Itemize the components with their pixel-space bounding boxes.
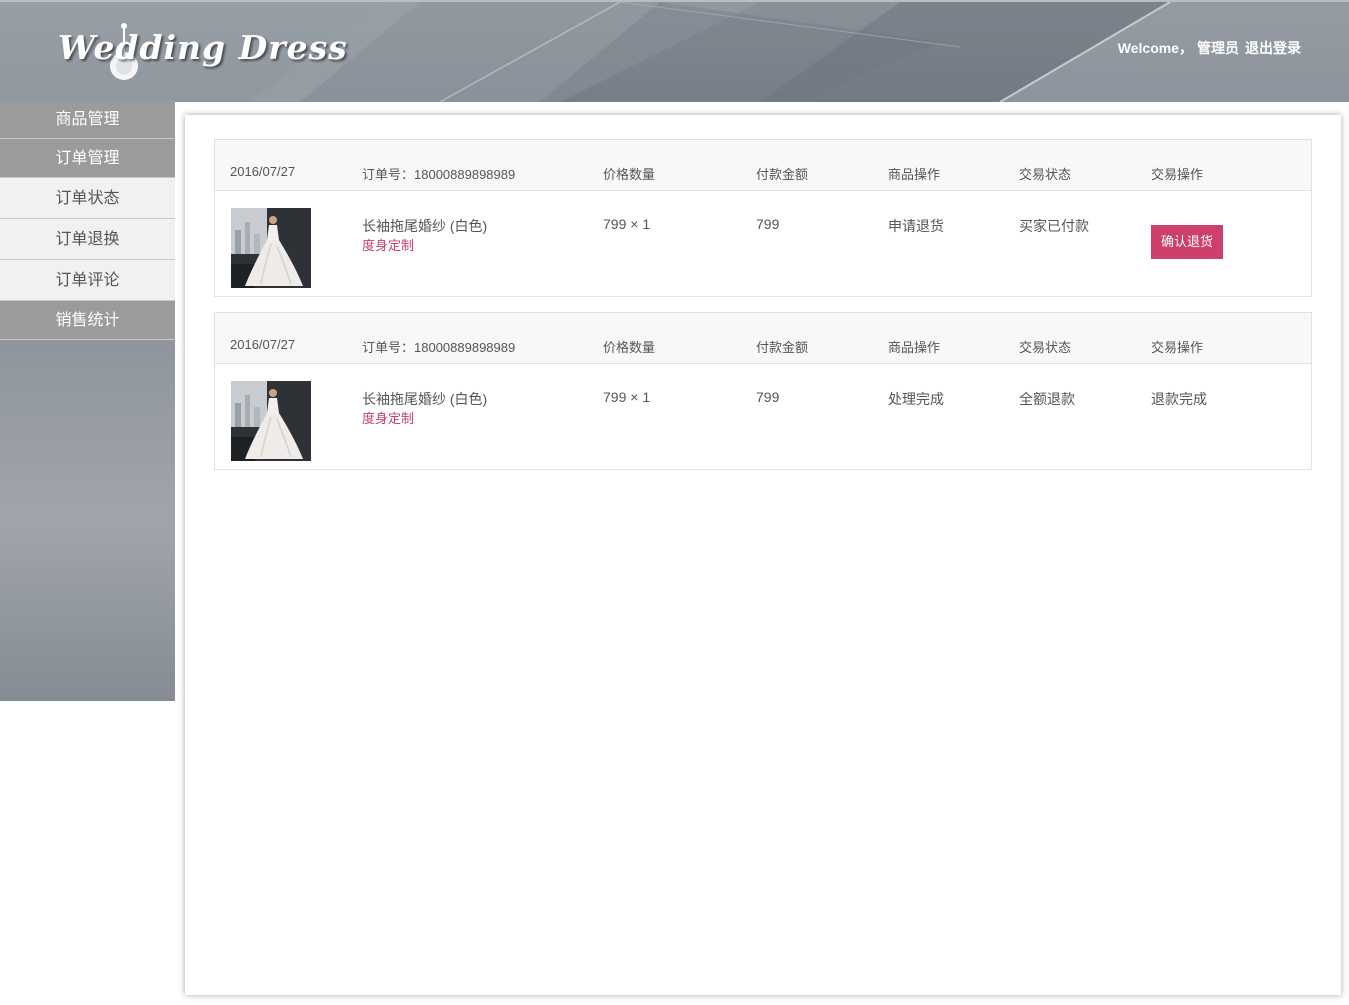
column-trade-op: 交易操作	[1151, 167, 1204, 182]
goods-op: 申请退货	[888, 218, 944, 234]
confirm-return-button[interactable]: 确认退货	[1151, 225, 1223, 259]
order-date: 2016/07/27	[230, 164, 296, 179]
page-header: Wedding Dress Welcome， 管理员 退出登录	[0, 0, 1349, 102]
order-card: 2016/07/27 订单号：18000889898989 价格数量 付款金额 …	[214, 312, 1312, 470]
price-qty: 799 × 1	[603, 389, 651, 405]
sidebar: 商品管理 订单管理 订单状态 订单退换 订单评论 销售统计	[0, 100, 175, 701]
sidebar-item-sales-stats[interactable]: 销售统计	[0, 301, 175, 340]
product-name[interactable]: 长袖拖尾婚纱 (白色)	[362, 216, 487, 236]
trade-op-text: 退款完成	[1151, 391, 1207, 407]
column-goods-op: 商品操作	[888, 340, 941, 355]
trade-status: 买家已付款	[1019, 218, 1089, 234]
user-name: 管理员	[1197, 40, 1239, 56]
logout-link[interactable]: 退出登录	[1245, 40, 1301, 56]
paid-amount: 799	[756, 389, 780, 405]
order-header: 2016/07/27 订单号：18000889898989 价格数量 付款金额 …	[215, 140, 1311, 191]
order-date: 2016/07/27	[230, 337, 296, 352]
order-header: 2016/07/27 订单号：18000889898989 价格数量 付款金额 …	[215, 313, 1311, 364]
trade-status: 全额退款	[1019, 391, 1075, 407]
column-price-qty: 价格数量	[603, 340, 656, 355]
product-name[interactable]: 长袖拖尾婚纱 (白色)	[362, 389, 487, 409]
sidebar-item-order-status[interactable]: 订单状态	[0, 178, 175, 219]
sidebar-item-product-management[interactable]: 商品管理	[0, 100, 175, 139]
main-panel: 2016/07/27 订单号：18000889898989 价格数量 付款金额 …	[185, 115, 1341, 995]
welcome-bar: Welcome， 管理员 退出登录	[1114, 38, 1301, 58]
order-body: 长袖拖尾婚纱 (白色) 度身定制 799 × 1 799 处理完成 全额退款 退…	[215, 364, 1311, 469]
sidebar-item-order-management[interactable]: 订单管理	[0, 139, 175, 178]
price-qty: 799 × 1	[603, 216, 651, 232]
order-card: 2016/07/27 订单号：18000889898989 价格数量 付款金额 …	[214, 139, 1312, 297]
product-thumbnail[interactable]	[231, 381, 311, 461]
goods-op: 处理完成	[888, 391, 944, 407]
column-price-qty: 价格数量	[603, 167, 656, 182]
product-thumbnail[interactable]	[231, 208, 311, 288]
column-paid: 付款金额	[756, 167, 809, 182]
column-goods-op: 商品操作	[888, 167, 941, 182]
order-number: 订单号：18000889898989	[362, 340, 516, 355]
column-status: 交易状态	[1019, 167, 1072, 182]
product-tag: 度身定制	[362, 238, 415, 253]
column-paid: 付款金额	[756, 340, 809, 355]
welcome-text: Welcome，	[1117, 40, 1193, 56]
order-number: 订单号：18000889898989	[362, 167, 516, 182]
product-tag: 度身定制	[362, 411, 415, 426]
paid-amount: 799	[756, 216, 780, 232]
sidebar-item-order-return[interactable]: 订单退换	[0, 219, 175, 260]
sidebar-item-order-review[interactable]: 订单评论	[0, 260, 175, 301]
column-status: 交易状态	[1019, 340, 1072, 355]
order-body: 长袖拖尾婚纱 (白色) 度身定制 799 × 1 799 申请退货 买家已付款 …	[215, 191, 1311, 296]
site-logo[interactable]: Wedding Dress	[58, 28, 348, 67]
column-trade-op: 交易操作	[1151, 340, 1204, 355]
